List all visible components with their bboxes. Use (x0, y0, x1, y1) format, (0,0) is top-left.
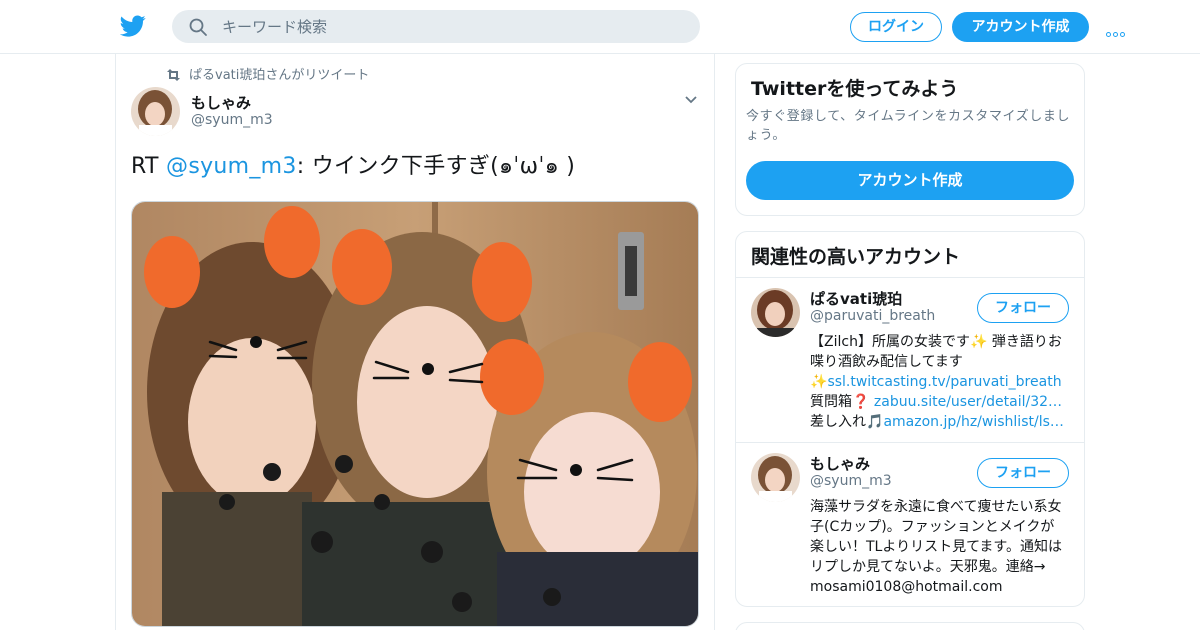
tweet-text-prefix: RT (131, 154, 167, 179)
search-input[interactable] (222, 10, 682, 43)
account-handle[interactable]: @syum_m3 (810, 473, 892, 489)
tweet-column: ぱるvati琥珀さんがリツイート もしゃみ @syum_m3 RT @syum_… (115, 54, 715, 630)
account-name[interactable]: もしゃみ (810, 453, 870, 474)
retweet-icon (167, 69, 180, 81)
signup-module: Twitterを使ってみよう 今すぐ登録して、タイムラインをカスタマイズしましょ… (735, 63, 1085, 216)
signup-module-title: Twitterを使ってみよう (751, 78, 959, 100)
tweet-text: RT @syum_m3: ウインク下手すぎ(๑ˈωˈ๑ ) (131, 148, 575, 183)
avatar[interactable] (131, 87, 180, 136)
author-name[interactable]: もしゃみ (191, 92, 251, 113)
related-account-item: ぱるvati琥珀 @paruvati_breath フォロー 【Zilch】所属… (736, 278, 1084, 443)
twitter-bird-icon[interactable] (120, 13, 146, 39)
account-bio: 【Zilch】所属の女装です✨ 弾き語りお喋り酒飲み配信してます✨ssl.twi… (810, 332, 1065, 432)
avatar[interactable] (751, 288, 800, 337)
bio-text: 差し入れ🎵 (810, 414, 884, 430)
signup-button[interactable]: アカウント作成 (952, 12, 1089, 42)
related-accounts-title: 関連性の高いアカウント (751, 246, 961, 268)
bio-link[interactable]: amazon.jp/hz/wishlist/ls… (883, 414, 1063, 430)
avatar[interactable] (751, 453, 800, 502)
chevron-down-icon[interactable] (683, 92, 699, 108)
account-name[interactable]: ぱるvati琥珀 (810, 288, 902, 309)
retweet-context: ぱるvati琥珀さんがリツイート (166, 64, 369, 83)
search-box[interactable] (172, 10, 700, 43)
signup-module-description: 今すぐ登録して、タイムラインをカスタマイズしましょう。 (746, 109, 1071, 143)
follow-button[interactable]: フォロー (977, 293, 1069, 323)
tweet-mention-link[interactable]: @syum_m3 (166, 154, 297, 179)
search-icon (189, 18, 207, 36)
tweet-photo[interactable] (131, 201, 699, 627)
bio-link[interactable]: zabuu.site/user/detail/32… (874, 394, 1062, 410)
account-handle[interactable]: @paruvati_breath (810, 308, 935, 324)
follow-button[interactable]: フォロー (977, 458, 1069, 488)
retweet-context-text: ぱるvati琥珀さんがリツイート (189, 68, 370, 83)
author-handle[interactable]: @syum_m3 (191, 112, 273, 128)
signup-module-button[interactable]: アカウント作成 (746, 161, 1074, 200)
login-button[interactable]: ログイン (850, 12, 942, 42)
tweet-text-body: : ウインク下手すぎ(๑ˈωˈ๑ ) (296, 154, 576, 179)
top-bar: ログイン アカウント作成 (0, 0, 1200, 54)
more-dots-icon[interactable] (1106, 22, 1132, 37)
related-account-item: もしゃみ @syum_m3 フォロー 海藻サラダを永遠に食べて痩せたい系女子(C… (736, 443, 1084, 606)
account-bio: 海藻サラダを永遠に食べて痩せたい系女子(Cカップ)。ファッションとメイクが楽しい… (810, 499, 1062, 595)
related-accounts-module: 関連性の高いアカウント ぱるvati琥珀 @paruvati_breath フォ… (735, 231, 1085, 607)
next-module-edge (735, 622, 1085, 630)
bio-link[interactable]: ssl.twitcasting.tv/paruvati_breath (827, 374, 1061, 390)
